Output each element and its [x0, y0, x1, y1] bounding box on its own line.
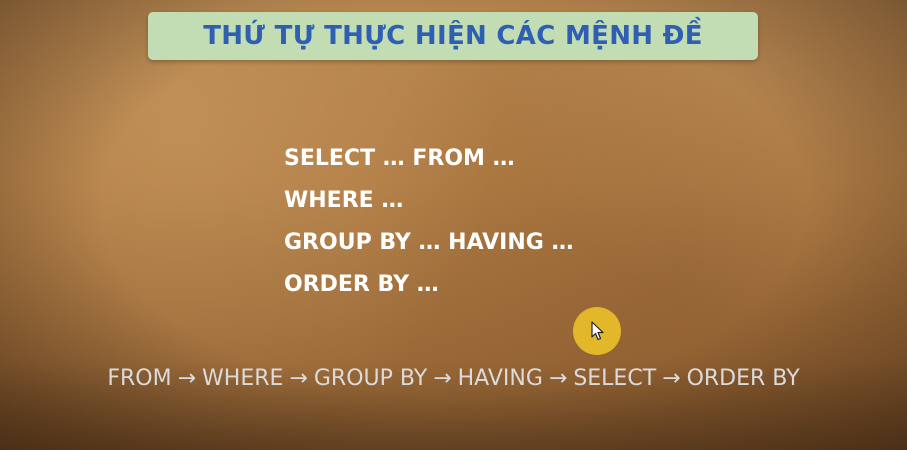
mouse-pointer-icon	[591, 321, 604, 341]
presentation-slide: THỨ TỰ THỰC HIỆN CÁC MỆNH ĐỀ SELECT … FR…	[0, 0, 907, 450]
slide-title: THỨ TỰ THỰC HIỆN CÁC MỆNH ĐỀ	[203, 21, 703, 51]
arrow-icon: →	[548, 366, 568, 391]
clause-group-by-having: GROUP BY … HAVING …	[284, 230, 574, 255]
order-step-select: SELECT	[573, 366, 657, 391]
order-step-group-by: GROUP BY	[313, 366, 428, 391]
slide-title-box: THỨ TỰ THỰC HIỆN CÁC MỆNH ĐỀ	[148, 12, 758, 60]
arrow-icon: →	[433, 366, 452, 391]
sql-clauses-list: SELECT … FROM … WHERE … GROUP BY … HAVIN…	[284, 142, 573, 310]
arrow-icon: →	[289, 366, 308, 391]
order-step-where: WHERE	[202, 366, 284, 391]
clause-order-by: ORDER BY …	[284, 272, 439, 297]
order-step-order-by: ORDER BY	[686, 366, 800, 391]
arrow-icon: →	[662, 366, 681, 391]
clause-select-from: SELECT … FROM …	[284, 146, 515, 171]
order-step-from: FROM	[107, 366, 172, 391]
arrow-icon: →	[177, 366, 197, 391]
order-step-having: HAVING	[457, 366, 543, 391]
execution-order-line: FROM → WHERE → GROUP BY → HAVING → SELECT → ORDER …	[0, 366, 907, 391]
clause-where: WHERE …	[284, 188, 404, 213]
